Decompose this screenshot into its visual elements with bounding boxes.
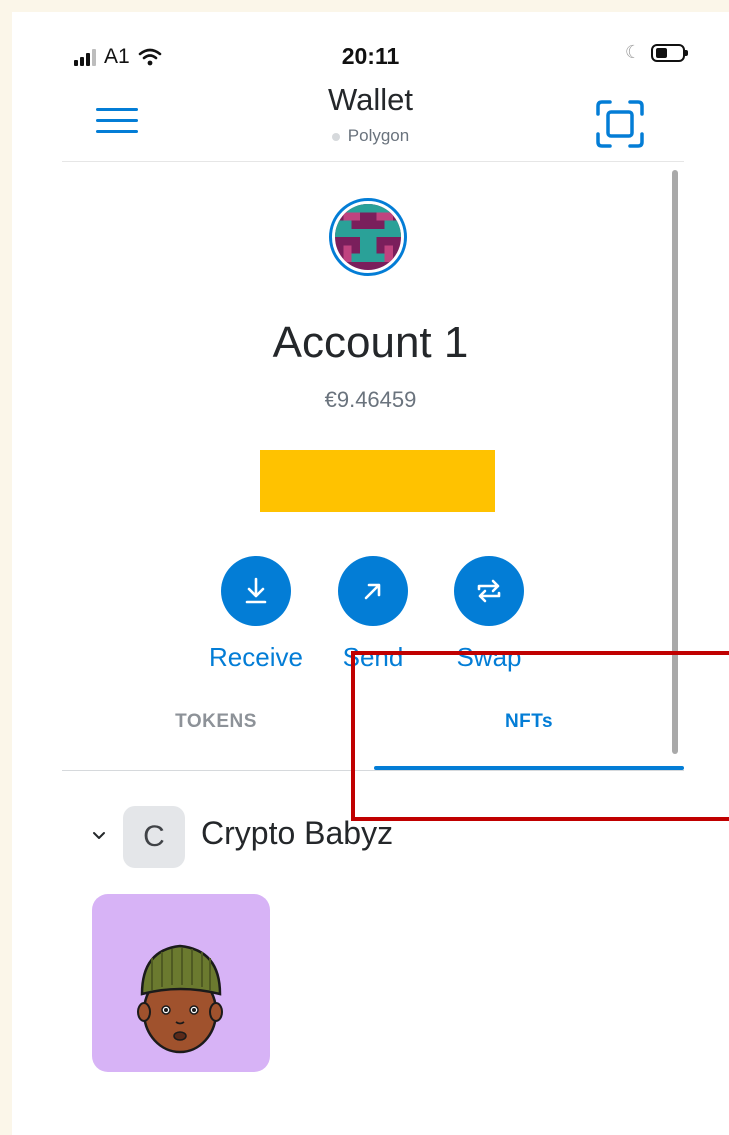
status-bar: A1 20:11 ☾ — [12, 12, 729, 82]
header-divider — [62, 161, 684, 162]
collection-avatar: C — [123, 806, 185, 868]
chevron-down-icon[interactable] — [88, 824, 110, 846]
phone-screen: A1 20:11 ☾ Wallet Polygon Account 1 €9.4… — [12, 12, 729, 1135]
nft-thumbnail[interactable] — [92, 894, 270, 1072]
crypto-baby-image — [137, 944, 223, 1054]
receive-button[interactable]: Receive — [206, 556, 306, 673]
qr-scan-icon[interactable] — [594, 98, 646, 150]
network-name: Polygon — [347, 126, 410, 145]
status-time: 20:11 — [341, 43, 400, 69]
swap-arrows-icon — [477, 579, 501, 603]
network-dot-icon — [331, 132, 340, 141]
battery-icon — [651, 43, 688, 62]
receive-label: Receive — [209, 642, 303, 672]
arrow-up-right-icon — [364, 583, 381, 600]
highlight-box — [351, 651, 729, 821]
account-balance: €9.46459 — [324, 387, 417, 412]
arrow-down-icon — [245, 577, 267, 604]
redacted-address — [260, 450, 495, 512]
tab-tokens[interactable]: TOKENS — [162, 711, 270, 733]
account-name[interactable]: Account 1 — [12, 318, 729, 368]
identicon-icon — [335, 204, 401, 270]
account-avatar[interactable] — [329, 198, 407, 276]
moon-icon: ☾ — [624, 42, 641, 62]
